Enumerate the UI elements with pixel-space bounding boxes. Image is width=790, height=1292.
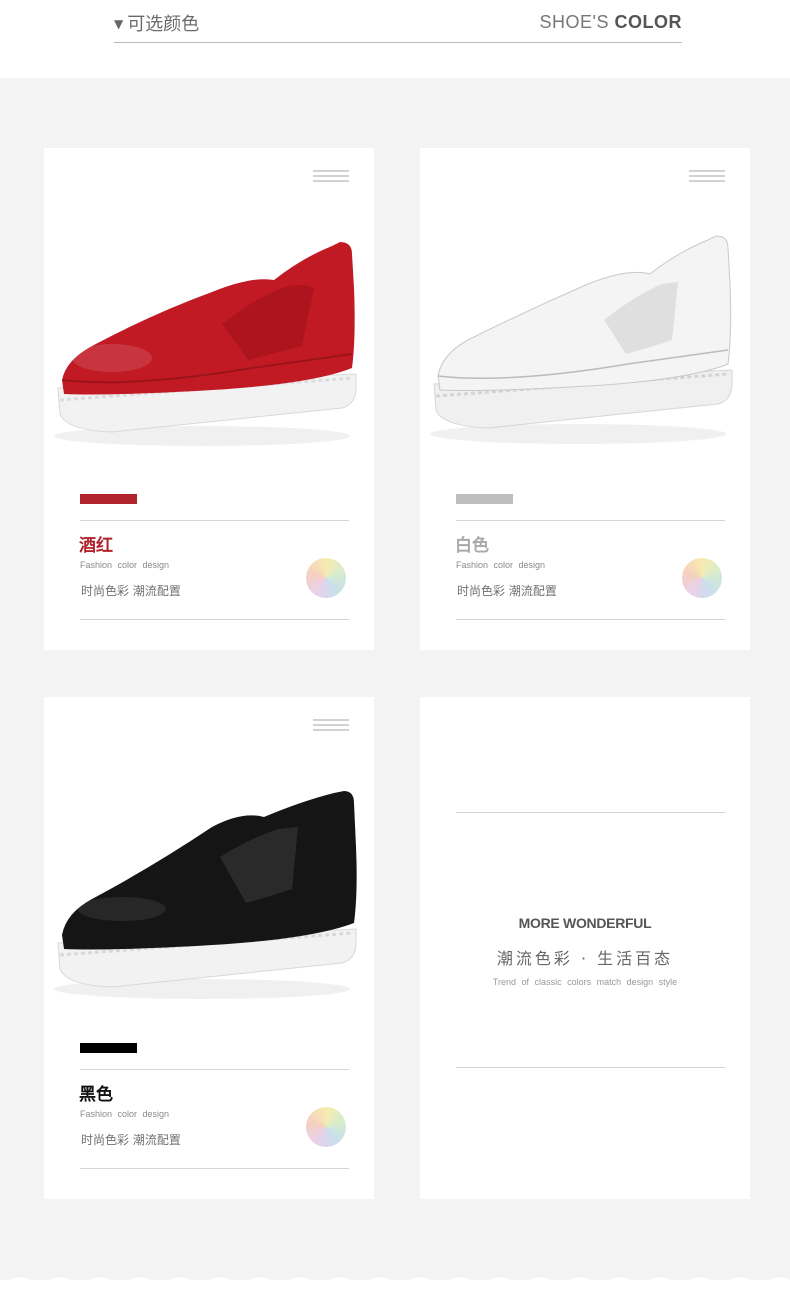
shoe-image-white xyxy=(430,235,733,444)
menu-icon xyxy=(689,170,725,186)
color-subtitle: Fashion color design xyxy=(80,560,170,570)
color-swatch xyxy=(80,494,137,504)
color-description: 时尚色彩 潮流配置 xyxy=(457,584,557,598)
color-card-white[interactable]: 白色 Fashion color design 时尚色彩 潮流配置 xyxy=(420,148,750,650)
divider xyxy=(456,520,725,521)
shoe-image-black xyxy=(54,791,357,999)
divider xyxy=(80,520,349,521)
more-wonderful-title: MORE WONDERFUL xyxy=(518,915,652,931)
shoe-image-red xyxy=(54,242,357,446)
divider xyxy=(456,619,725,620)
color-subtitle: Fashion color design xyxy=(456,560,546,570)
header-divider xyxy=(114,42,682,43)
more-wonderful-caption: Trend of classic colors match design sty… xyxy=(492,977,678,987)
color-description: 时尚色彩 潮流配置 xyxy=(81,584,181,598)
more-wonderful-subtitle: 潮流色彩 · 生活百态 xyxy=(496,949,674,968)
color-wheel-icon xyxy=(682,558,722,598)
color-name: 白色 xyxy=(455,536,489,556)
title-en-light: SHOE'S xyxy=(539,12,609,32)
color-swatch xyxy=(80,1043,137,1053)
color-swatch xyxy=(456,494,513,504)
color-card-black[interactable]: 黑色 Fashion color design 时尚色彩 潮流配置 xyxy=(44,697,374,1199)
color-subtitle: Fashion color design xyxy=(80,1109,170,1119)
color-wheel-icon xyxy=(306,1107,346,1147)
color-name: 酒红 xyxy=(79,536,113,556)
color-description: 时尚色彩 潮流配置 xyxy=(81,1133,181,1147)
triangle-down-icon: ▼ xyxy=(114,17,124,31)
menu-icon xyxy=(313,719,349,735)
divider xyxy=(80,1069,349,1070)
divider xyxy=(80,1168,349,1169)
shoe-upper xyxy=(62,791,357,950)
footer-band xyxy=(0,1280,790,1292)
title-en-bold: COLOR xyxy=(614,12,682,32)
divider xyxy=(80,619,349,620)
divider xyxy=(456,1067,725,1068)
divider xyxy=(456,812,725,813)
shoe-upper xyxy=(437,235,732,391)
more-wonderful-card: MORE WONDERFUL 潮流色彩 · 生活百态 Trend of clas… xyxy=(420,697,750,1199)
section-title-text: 可选颜色 xyxy=(127,14,200,35)
section-title-en: SHOE'S COLOR xyxy=(540,12,682,33)
menu-icon xyxy=(313,170,349,186)
color-name: 黑色 xyxy=(79,1085,113,1105)
section-title: ▼ 可选颜色 xyxy=(114,10,199,36)
color-card-red[interactable]: 酒红 Fashion color design 时尚色彩 潮流配置 xyxy=(44,148,374,650)
wave-divider-top xyxy=(0,66,790,75)
color-wheel-icon xyxy=(306,558,346,598)
